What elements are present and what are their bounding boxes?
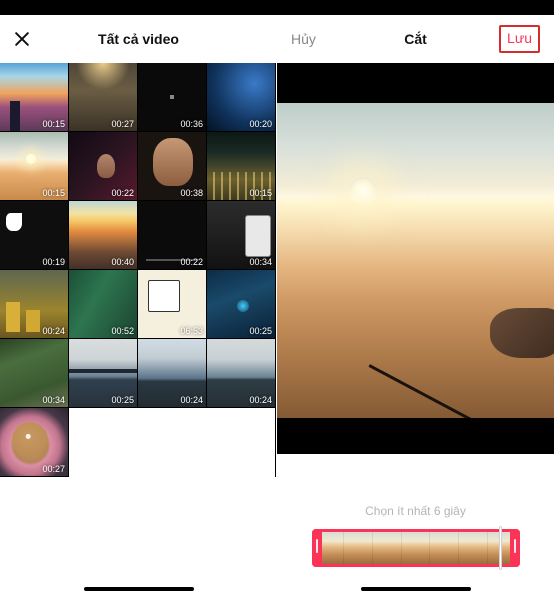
- thumb-duration: 00:24: [42, 326, 65, 336]
- home-indicator: [84, 587, 194, 591]
- video-thumb[interactable]: 00:25: [69, 339, 138, 408]
- video-thumb[interactable]: 00:20: [207, 63, 276, 132]
- timeline-frame: [459, 532, 488, 564]
- video-grid: 00:15 00:27 00:36 00:20 00:15 00:22 00:38 00:15…: [0, 63, 277, 477]
- thumb-duration: 00:15: [42, 119, 65, 129]
- sun-icon: [349, 177, 377, 205]
- thumb-duration: 00:27: [42, 464, 65, 474]
- gallery-header: Tất cả video: [0, 15, 277, 63]
- hand-shape: [470, 288, 554, 358]
- duration-hint: Chọn ít nhất 6 giây: [277, 504, 554, 518]
- gallery-title: Tất cả video: [98, 31, 179, 47]
- trim-handle-left[interactable]: [312, 529, 322, 567]
- video-thumb[interactable]: 00:19: [0, 201, 69, 270]
- stick-shape: [369, 364, 485, 418]
- home-indicator: [361, 587, 471, 591]
- close-button[interactable]: [12, 29, 32, 49]
- timeline-frame: [373, 532, 402, 564]
- status-bar-area: [277, 0, 554, 15]
- video-thumb[interactable]: 06:53: [138, 270, 207, 339]
- video-thumb[interactable]: 00:27: [69, 63, 138, 132]
- thumb-duration: 00:27: [111, 119, 134, 129]
- thumb-duration: 00:25: [111, 395, 134, 405]
- thumb-duration: 06:53: [180, 326, 203, 336]
- thumb-duration: 00:20: [249, 119, 272, 129]
- trim-pane: Hủy Cắt Lưu Chọn ít nhất 6 giây: [277, 0, 554, 599]
- thumb-duration: 00:15: [42, 188, 65, 198]
- video-thumb[interactable]: 00:15: [0, 132, 69, 201]
- trim-header: Hủy Cắt Lưu: [277, 15, 554, 63]
- trim-title: Cắt: [404, 31, 427, 47]
- video-gallery-pane: Tất cả video 00:1500:2700:3600:2000:1500…: [0, 0, 277, 599]
- empty-cell: [207, 408, 276, 477]
- thumb-duration: 00:19: [42, 257, 65, 267]
- timeline-frame: [344, 532, 373, 564]
- thumb-duration: 00:34: [249, 257, 272, 267]
- thumb-duration: 00:36: [180, 119, 203, 129]
- timeline-frames: [316, 532, 516, 564]
- thumb-duration: 00:24: [249, 395, 272, 405]
- video-thumb[interactable]: 00:15: [0, 63, 69, 132]
- video-thumb[interactable]: 00:22: [138, 201, 207, 270]
- thumb-duration: 00:15: [249, 188, 272, 198]
- video-thumb[interactable]: 00:34: [207, 201, 276, 270]
- cancel-button[interactable]: Hủy: [291, 31, 316, 47]
- video-thumb[interactable]: 00:25: [207, 270, 276, 339]
- empty-cell: [138, 408, 207, 477]
- video-thumb[interactable]: 00:27: [0, 408, 69, 477]
- video-thumb[interactable]: 00:40: [69, 201, 138, 270]
- trim-timeline[interactable]: [316, 532, 516, 564]
- preview-area: [277, 63, 554, 454]
- status-bar-area: [0, 0, 277, 15]
- thumb-duration: 00:38: [180, 188, 203, 198]
- thumb-duration: 00:25: [249, 326, 272, 336]
- timeline-frame: [430, 532, 459, 564]
- video-thumb[interactable]: 00:24: [0, 270, 69, 339]
- timeline-frame: [402, 532, 431, 564]
- video-thumb[interactable]: 00:22: [69, 132, 138, 201]
- thumb-duration: 00:22: [180, 257, 203, 267]
- video-thumb[interactable]: 00:15: [207, 132, 276, 201]
- empty-cell: [69, 408, 138, 477]
- trim-handle-right[interactable]: [510, 529, 520, 567]
- save-button-highlight[interactable]: Lưu: [499, 25, 540, 53]
- video-preview[interactable]: [277, 103, 554, 418]
- video-thumb[interactable]: 00:52: [69, 270, 138, 339]
- thumb-duration: 00:40: [111, 257, 134, 267]
- thumb-duration: 00:22: [111, 188, 134, 198]
- playhead-marker[interactable]: [499, 526, 502, 570]
- thumb-duration: 00:24: [180, 395, 203, 405]
- video-thumb[interactable]: 00:38: [138, 132, 207, 201]
- save-button-label: Lưu: [507, 30, 532, 46]
- video-thumb[interactable]: 00:34: [0, 339, 69, 408]
- video-thumb[interactable]: 00:24: [138, 339, 207, 408]
- video-thumb[interactable]: 00:36: [138, 63, 207, 132]
- thumb-duration: 00:52: [111, 326, 134, 336]
- thumb-duration: 00:34: [42, 395, 65, 405]
- video-thumb[interactable]: 00:24: [207, 339, 276, 408]
